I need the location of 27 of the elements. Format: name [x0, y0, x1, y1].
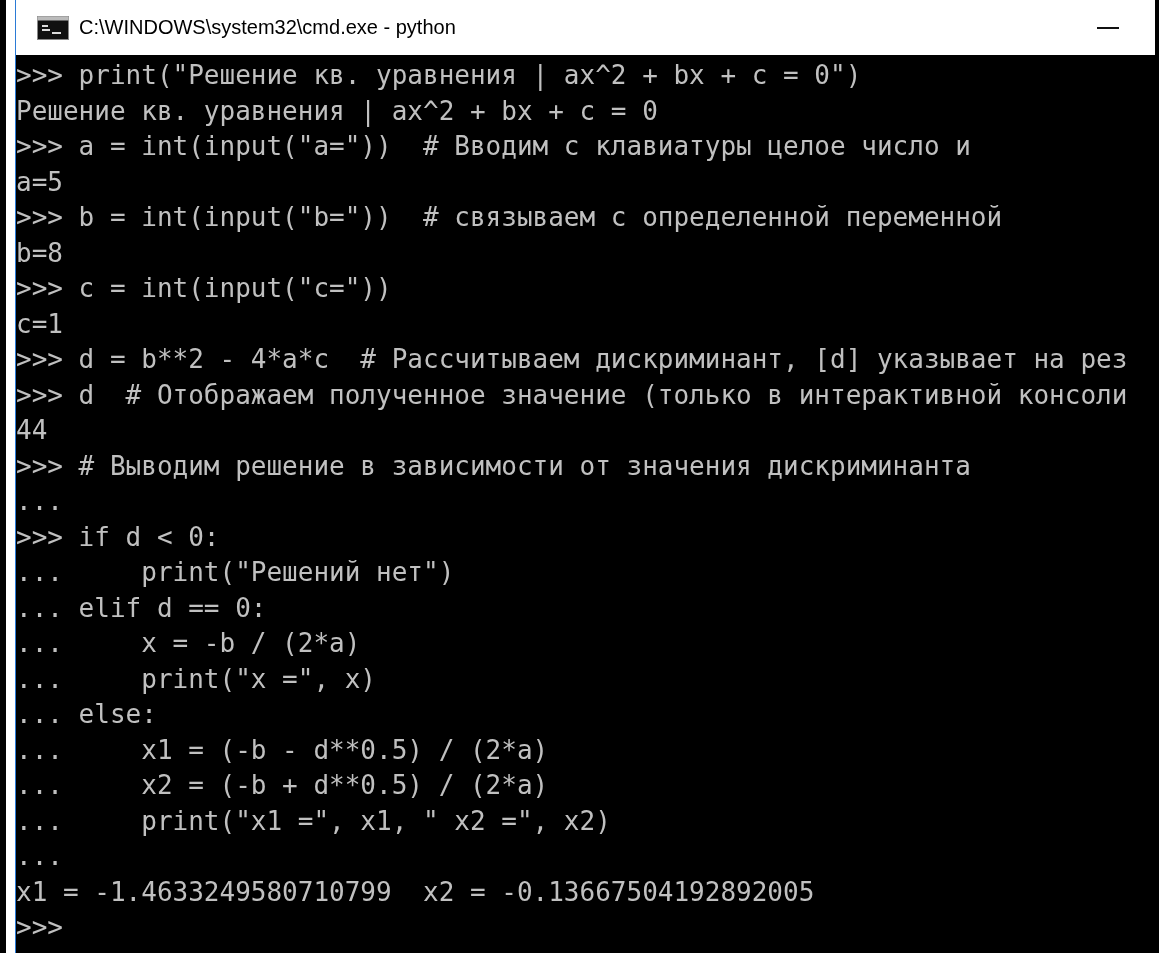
console-line: 44	[16, 414, 48, 447]
console-line: b=8	[16, 236, 63, 270]
console-line: ... x = -b / (2*a)	[16, 627, 361, 660]
console-line: >>> d = b**2 - 4*a*c # Рассчитываем дискриминант, [d] указывает на рез	[16, 343, 1128, 376]
console-line: >>> # Выводим решение в зависимости от значения дискриминанта	[16, 449, 971, 483]
console-line: >>> c = int(input("c="))	[16, 272, 392, 305]
console-line: ... else:	[16, 698, 157, 731]
console-line: >>> a = int(input("a=")) # Вводим с клавиатуры целое число и	[16, 130, 971, 163]
console-line: x1 = -1.4633249580710799 x2 = -0.13667504192892005	[16, 875, 815, 909]
console-line: >>>	[16, 911, 63, 944]
console-line: >>> d # Отображаем полученное значение (только в интерактивной консоли	[16, 378, 1128, 412]
window-title: C:\WINDOWS\system32\cmd.exe - python	[79, 16, 457, 39]
console-line: a=5	[16, 165, 63, 199]
console-line: ... x2 = (-b + d**0.5) / (2*a)	[16, 769, 549, 802]
console-line: >>> if d < 0:	[16, 520, 220, 554]
console-line: ... elif d == 0:	[16, 591, 267, 625]
console-line: ...	[16, 485, 63, 518]
console-line: ... print("x =", x)	[16, 662, 377, 696]
console-line: ... print("x1 =", x1, " x2 =", x2)	[16, 804, 611, 838]
terminal-icon	[37, 15, 69, 40]
console-line: ... x1 = (-b - d**0.5) / (2*a)	[16, 733, 549, 767]
console-line: >>> print("Решение кв. уравнения | ax^2 + bx + c = 0")	[16, 59, 862, 93]
console-line: c=1	[16, 307, 63, 341]
console-line: ... print("Решений нет")	[16, 556, 455, 589]
console-line: >>> b = int(input("b=")) # связываем с определенной переменной	[16, 201, 1003, 234]
console-line: Решение кв. уравнения | ax^2 + bx + c = 0	[16, 94, 658, 129]
console-line: ...	[16, 840, 63, 873]
